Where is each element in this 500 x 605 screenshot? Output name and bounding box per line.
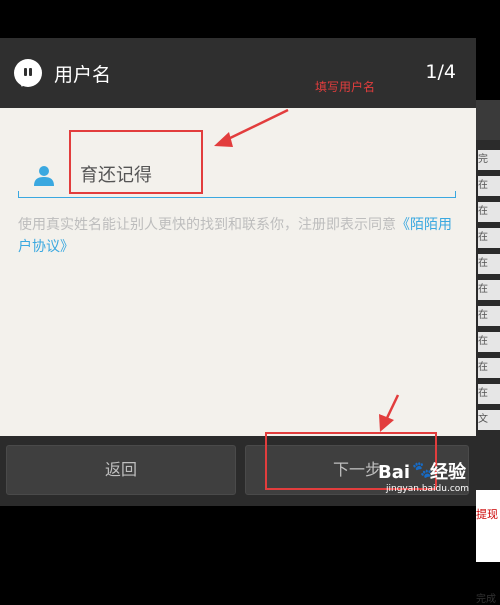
background-window: 完 在 在 在 在 在 在 在 在 在 文 提现 完成 xyxy=(476,100,500,605)
annotation-label: 填写用户名 xyxy=(315,80,376,94)
background-white-area xyxy=(476,490,500,562)
user-icon xyxy=(34,166,54,186)
back-button[interactable]: 返回 xyxy=(6,445,236,495)
background-row: 在 xyxy=(478,358,500,378)
watermark-url: jingyan.baidu.com xyxy=(386,484,470,494)
page-title: 用户名 xyxy=(54,64,112,86)
logo-eye xyxy=(29,68,32,76)
annotation-box-input xyxy=(69,130,203,194)
baidu-watermark: Bai 经验 🐾 jingyan.baidu.com xyxy=(378,458,478,504)
logo-eye xyxy=(24,68,27,76)
step-indicator: 1/4 xyxy=(425,61,456,83)
background-header xyxy=(476,100,500,140)
logo-tail xyxy=(18,80,26,87)
background-red-label: 提现 xyxy=(476,508,498,521)
agreement-hint: 使用真实姓名能让别人更快的找到和联系你，注册即表示同意《陌陌用户协议》 xyxy=(18,214,458,258)
background-row: 在 xyxy=(478,176,500,196)
input-underline xyxy=(18,191,456,198)
dialog-header: 用户名 1/4 xyxy=(0,38,476,108)
background-row: 在 xyxy=(478,384,500,404)
background-row: 在 xyxy=(478,254,500,274)
background-row: 在 xyxy=(478,280,500,300)
top-black-bar xyxy=(0,0,500,38)
background-row: 在 xyxy=(478,202,500,222)
background-row: 完 xyxy=(478,150,500,170)
background-row: 在 xyxy=(478,228,500,248)
background-row: 在 xyxy=(478,332,500,352)
hint-text: 使用真实姓名能让别人更快的找到和联系你，注册即表示同意 xyxy=(18,217,396,233)
momo-logo-icon xyxy=(14,59,42,87)
background-row: 在 xyxy=(478,306,500,326)
paw-icon: 🐾 xyxy=(412,460,432,479)
background-done-label: 完成 xyxy=(476,594,496,605)
background-row: 文 xyxy=(478,410,500,430)
